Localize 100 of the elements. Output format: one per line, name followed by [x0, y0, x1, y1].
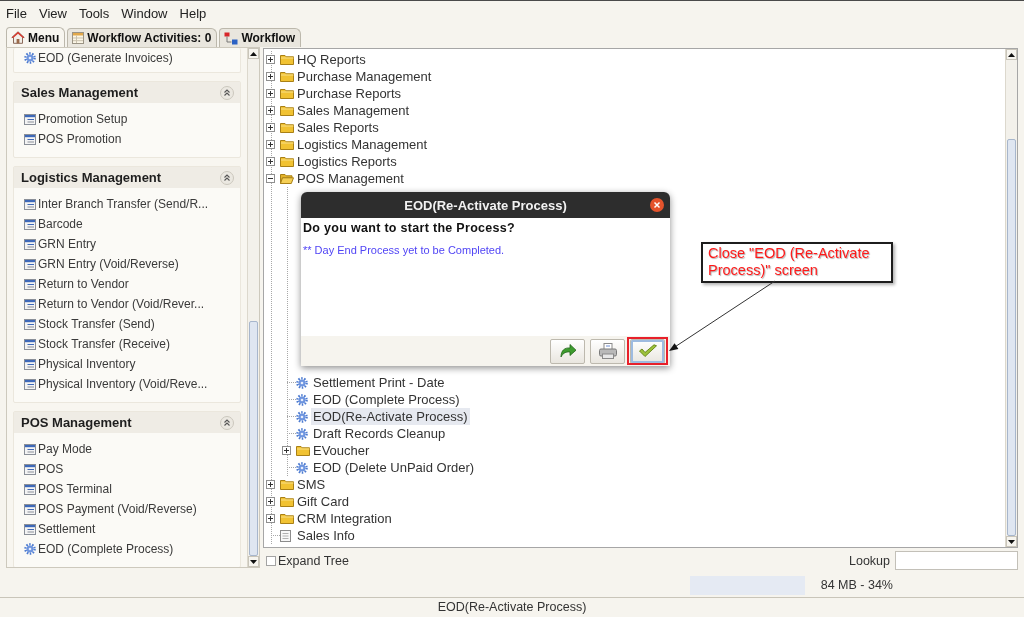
- form-icon: [24, 218, 36, 230]
- task-item[interactable]: Inter Branch Transfer (Send/R...: [38, 197, 209, 211]
- task-item[interactable]: EOD (Generate Invoices): [38, 51, 173, 65]
- task-item[interactable]: Settlement: [38, 522, 96, 536]
- expand-icon[interactable]: [266, 157, 275, 166]
- tree-item[interactable]: Purchase Reports: [295, 85, 404, 102]
- folder-icon: [280, 156, 294, 167]
- checkbox-label[interactable]: Expand Tree: [278, 553, 349, 568]
- tree-item[interactable]: EOD (Complete Process): [311, 391, 462, 408]
- expand-icon[interactable]: [266, 514, 275, 523]
- tree-item[interactable]: CRM Integration: [295, 510, 394, 527]
- tree-item[interactable]: SMS: [295, 476, 328, 493]
- form-icon: [24, 463, 36, 475]
- form-icon: [24, 503, 36, 515]
- dialog-title: EOD(Re-Activate Process): [404, 197, 567, 213]
- form-icon: [24, 113, 36, 125]
- tree-item[interactable]: Logistics Reports: [295, 153, 399, 170]
- folder-icon: [280, 513, 294, 524]
- dialog-note: ** Day End Process yet to be Completed.: [303, 244, 506, 256]
- menu-item[interactable]: Window: [115, 6, 174, 21]
- form-icon: [24, 358, 36, 370]
- scroll-thumb[interactable]: [1007, 138, 1016, 536]
- task-item[interactable]: POS Terminal: [38, 482, 112, 496]
- task-item[interactable]: Physical Inventory (Void/Reve...: [38, 377, 208, 391]
- tree-item[interactable]: Sales Info: [295, 527, 357, 544]
- expand-icon[interactable]: [282, 446, 291, 455]
- tab[interactable]: Workflow: [219, 28, 302, 47]
- task-item[interactable]: Pay Mode: [38, 442, 93, 456]
- tree-item[interactable]: Logistics Management: [295, 136, 430, 153]
- scroll-up-button[interactable]: [1006, 49, 1017, 60]
- form-icon: [24, 338, 36, 350]
- collapse-icon[interactable]: [220, 170, 234, 185]
- tree-item[interactable]: EOD (Delete UnPaid Order): [311, 459, 477, 476]
- menu-item[interactable]: Tools: [72, 6, 116, 21]
- tree-item[interactable]: Purchase Management: [295, 68, 434, 85]
- menu-item[interactable]: Help: [173, 6, 213, 21]
- scroll-thumb[interactable]: [249, 320, 258, 556]
- menu-item[interactable]: View: [32, 6, 73, 21]
- expand-icon[interactable]: [266, 497, 275, 506]
- checkbox[interactable]: [266, 555, 276, 566]
- menu-item[interactable]: File: [0, 6, 33, 21]
- group-title: POS Management: [21, 415, 132, 430]
- expand-icon[interactable]: [266, 55, 275, 64]
- folder-icon: [280, 71, 294, 82]
- tree-item[interactable]: Gift Card: [295, 493, 351, 510]
- close-icon[interactable]: [650, 198, 664, 212]
- expand-icon[interactable]: [266, 106, 275, 115]
- collapse-icon[interactable]: [220, 415, 234, 430]
- collapse-icon[interactable]: [266, 174, 275, 183]
- form-icon: [24, 483, 36, 495]
- tree-item[interactable]: EOD(Re-Activate Process): [311, 408, 470, 425]
- scroll-down-button[interactable]: [1006, 536, 1017, 547]
- expand-icon[interactable]: [266, 89, 275, 98]
- task-item[interactable]: POS Payment (Void/Reverse): [38, 502, 197, 516]
- gear-icon: [24, 52, 36, 64]
- callout-box: Close "EOD (Re-Activate Process)" screen: [701, 242, 893, 283]
- tree-item[interactable]: POS Management: [295, 170, 406, 187]
- task-item[interactable]: GRN Entry (Void/Reverse): [38, 257, 179, 271]
- gear-icon: [296, 393, 308, 406]
- check-icon: [637, 344, 658, 358]
- gear-icon: [296, 410, 308, 423]
- tree-item[interactable]: Draft Records Cleanup: [311, 425, 448, 442]
- expand-icon[interactable]: [266, 72, 275, 81]
- dialog-message: Do you want to start the Process?: [303, 221, 517, 235]
- redo-button[interactable]: [550, 338, 585, 364]
- lookup-field[interactable]: [895, 551, 1018, 570]
- expand-icon[interactable]: [266, 140, 275, 149]
- ok-button[interactable]: [630, 338, 665, 364]
- print-button[interactable]: [590, 338, 625, 364]
- tree-item[interactable]: Settlement Print - Date: [311, 374, 447, 391]
- scroll-up-button[interactable]: [248, 48, 259, 59]
- tree-item[interactable]: HQ Reports: [295, 51, 368, 68]
- expand-icon[interactable]: [266, 123, 275, 132]
- task-item[interactable]: GRN Entry: [38, 237, 96, 251]
- scroll-down-button[interactable]: [248, 556, 259, 567]
- gear-icon: [296, 376, 308, 389]
- field-label: Lookup: [849, 553, 890, 568]
- highlight-frame: [627, 337, 668, 365]
- tree-item[interactable]: Sales Reports: [295, 119, 381, 136]
- task-item[interactable]: EOD (Complete Process): [38, 542, 174, 556]
- folder-icon: [280, 88, 294, 99]
- collapse-icon[interactable]: [220, 85, 234, 100]
- gear-icon: [296, 461, 308, 474]
- task-item[interactable]: Promotion Setup: [38, 112, 128, 126]
- folder-icon: [296, 445, 310, 456]
- folder-icon: [280, 54, 294, 65]
- task-item[interactable]: POS Promotion: [38, 132, 122, 146]
- task-item[interactable]: Return to Vendor: [38, 277, 129, 291]
- tree-item[interactable]: Sales Management: [295, 102, 411, 119]
- tab[interactable]: Menu: [6, 27, 66, 47]
- task-item[interactable]: Barcode: [38, 217, 83, 231]
- task-item[interactable]: POS: [38, 462, 64, 476]
- tab[interactable]: Workflow Activities: 0: [67, 28, 218, 47]
- task-item[interactable]: Physical Inventory: [38, 357, 136, 371]
- expand-icon[interactable]: [266, 480, 275, 489]
- task-item[interactable]: Stock Transfer (Receive): [38, 337, 171, 351]
- form-icon: [24, 298, 36, 310]
- task-item[interactable]: Stock Transfer (Send): [38, 317, 155, 331]
- task-item[interactable]: Return to Vendor (Void/Rever...: [38, 297, 205, 311]
- tree-item[interactable]: EVoucher: [311, 442, 372, 459]
